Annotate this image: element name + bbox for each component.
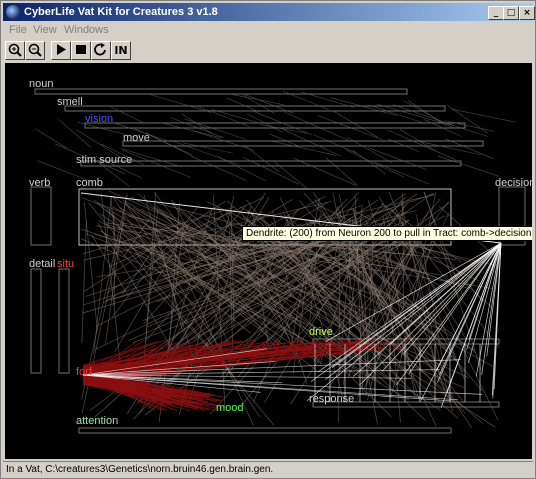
app-window: CyberLife Vat Kit for Creatures 3 v1.8 _… — [0, 0, 536, 479]
zoom-out-button[interactable] — [25, 41, 45, 60]
lobe-label-comb: comb — [76, 177, 103, 189]
menu-bar: File View Windows — [3, 22, 533, 38]
window-title: CyberLife Vat Kit for Creatures 3 v1.8 — [24, 6, 218, 18]
app-icon — [6, 5, 20, 19]
lobe-label-verb: verb — [29, 177, 50, 189]
lobe-label-forf: forf — [76, 366, 93, 378]
lobe-label-drive: drive — [309, 326, 333, 338]
dendrite-tooltip: Dendrite: (200) from Neuron 200 to pull … — [242, 226, 532, 241]
stop-button[interactable] — [71, 41, 91, 60]
close-button[interactable]: × — [519, 6, 535, 20]
status-text: In a Vat, C:\creatures3\Genetics\norn.br… — [6, 464, 274, 475]
play-icon — [57, 44, 66, 55]
lobe-label-move: move — [123, 132, 150, 144]
title-bar[interactable]: CyberLife Vat Kit for Creatures 3 v1.8 _… — [3, 3, 535, 21]
lobe-label-decision: decision — [495, 177, 532, 189]
minimize-button[interactable]: _ — [488, 6, 504, 20]
maximize-button[interactable]: □ — [503, 6, 519, 20]
refresh-icon — [94, 43, 106, 56]
lobe-label-smell: smell — [57, 96, 83, 108]
lobe-label-response: response — [309, 393, 354, 405]
menu-view[interactable]: View — [33, 24, 57, 36]
lobe-label-attention: attention — [76, 415, 118, 427]
in-button[interactable]: IN — [111, 41, 131, 60]
lobe-label-situ: situ — [57, 258, 74, 270]
lobe-label-stim-source: stim source — [76, 154, 132, 166]
status-bar: In a Vat, C:\creatures3\Genetics\norn.br… — [3, 461, 533, 477]
zoom-out-icon — [28, 43, 42, 57]
lobe-label-noun: noun — [29, 78, 53, 90]
play-button[interactable] — [51, 41, 71, 60]
brain-network: noun smell vision move stim source verb … — [29, 78, 532, 434]
menu-windows[interactable]: Windows — [64, 24, 109, 36]
lobe-label-detail: detail — [29, 258, 55, 270]
stop-icon — [76, 45, 86, 54]
lobe-label-mood: mood — [216, 402, 244, 414]
refresh-button[interactable] — [91, 41, 111, 60]
brain-canvas[interactable]: noun smell vision move stim source verb … — [5, 63, 532, 459]
zoom-in-button[interactable] — [5, 41, 25, 60]
zoom-in-icon — [8, 43, 22, 57]
menu-file[interactable]: File — [9, 24, 27, 36]
toolbar: IN — [3, 39, 533, 61]
lobe-label-vision: vision — [85, 113, 113, 125]
